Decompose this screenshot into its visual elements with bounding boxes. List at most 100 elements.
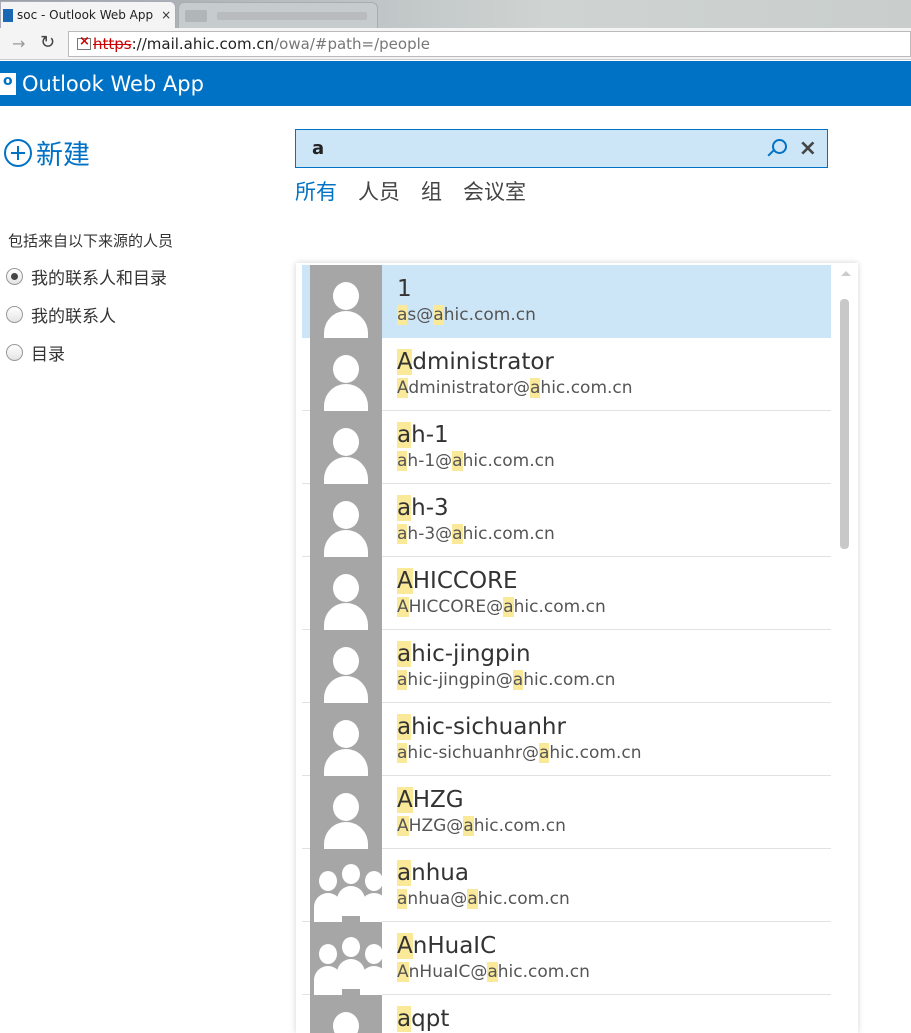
address-bar[interactable]: https ://mail.ahic.com.cn /owa/#path=/pe…	[68, 31, 911, 57]
browser-tab-strip: soc - Outlook Web App ×	[0, 0, 911, 28]
result-row[interactable]: ah-3 ah-3@ahic.com.cn	[302, 484, 831, 557]
result-row[interactable]: AnHuaIC AnHuaIC@ahic.com.cn	[302, 922, 831, 995]
result-email: ah-3@ahic.com.cn	[397, 524, 555, 544]
radio-button[interactable]	[6, 268, 23, 285]
app-header: Outlook Web App	[0, 61, 911, 106]
result-name: anhua	[397, 860, 469, 886]
clear-search-icon[interactable]: ×	[799, 137, 817, 160]
result-row[interactable]: aqpt	[302, 995, 831, 1033]
result-name: Administrator	[397, 349, 554, 375]
result-row[interactable]: ahic-jingpin ahic-jingpin@ahic.com.cn	[302, 630, 831, 703]
match-highlight: a	[397, 422, 412, 448]
insecure-lock-icon[interactable]	[77, 34, 91, 50]
person-avatar-icon	[310, 630, 382, 703]
result-row[interactable]: ahic-sichuanhr ahic-sichuanhr@ahic.com.cn	[302, 703, 831, 776]
result-email: AHICCORE@ahic.com.cn	[397, 597, 606, 617]
tab-filter-0[interactable]: 所有	[295, 176, 337, 206]
source-option-2[interactable]: 目录	[6, 340, 65, 365]
match-highlight: a	[397, 743, 408, 763]
filter-tabs: 所有 人员组会议室	[295, 176, 547, 206]
outlook-logo-icon	[0, 72, 16, 95]
result-row[interactable]: anhua anhua@ahic.com.cn	[302, 849, 831, 922]
match-highlight: a	[503, 597, 514, 617]
tab-filter-2[interactable]: 组	[421, 176, 442, 206]
source-option-label: 我的联系人和目录	[31, 269, 167, 289]
tab-title-blurred	[217, 11, 367, 20]
match-highlight: A	[397, 568, 413, 594]
match-highlight: a	[397, 670, 408, 690]
result-row[interactable]: AHICCORE AHICCORE@ahic.com.cn	[302, 557, 831, 630]
result-name: AHICCORE	[397, 568, 518, 594]
person-avatar-icon	[310, 703, 382, 776]
match-highlight: a	[397, 860, 412, 886]
match-highlight: a	[397, 524, 408, 544]
scroll-up-arrow-icon[interactable]	[841, 271, 851, 276]
match-highlight: a	[452, 451, 463, 471]
reload-icon[interactable]: ↻	[40, 32, 55, 53]
source-heading: 包括来自以下来源的人员	[8, 232, 174, 250]
result-row[interactable]: 1 as@ahic.com.cn	[302, 265, 831, 338]
match-highlight: a	[433, 305, 444, 325]
tab-title: soc - Outlook Web App	[17, 8, 154, 22]
match-highlight: a	[452, 524, 463, 544]
new-button-label: 新建	[36, 140, 90, 171]
plus-circle-icon	[4, 138, 32, 167]
result-name: 1	[397, 276, 412, 302]
match-highlight: a	[529, 378, 541, 398]
match-highlight: a	[512, 670, 524, 690]
match-highlight: a	[397, 305, 408, 325]
result-name: AHZG	[397, 787, 464, 813]
source-option-label: 我的联系人	[31, 307, 116, 327]
source-option-1[interactable]: 我的联系人	[6, 302, 116, 327]
person-avatar-icon	[310, 484, 382, 557]
radio-button[interactable]	[6, 306, 23, 323]
match-highlight: A	[397, 787, 413, 813]
result-email: Administrator@ahic.com.cn	[397, 378, 633, 398]
person-avatar-icon	[310, 411, 382, 484]
match-highlight: a	[397, 889, 408, 909]
result-row[interactable]: AHZG AHZG@ahic.com.cn	[302, 776, 831, 849]
result-email: as@ahic.com.cn	[397, 305, 536, 325]
result-row[interactable]: Administrator Administrator@ahic.com.cn	[302, 338, 831, 411]
result-name: ahic-jingpin	[397, 641, 531, 667]
tab-favicon-icon	[185, 9, 207, 22]
match-highlight: A	[397, 349, 413, 375]
browser-toolbar: → ↻ https ://mail.ahic.com.cn /owa/#path…	[0, 28, 911, 60]
result-name: aqpt	[397, 1006, 450, 1032]
match-highlight: a	[538, 743, 550, 763]
app-title: Outlook Web App	[22, 71, 204, 96]
radio-button[interactable]	[6, 344, 23, 361]
result-name: ahic-sichuanhr	[397, 714, 566, 740]
match-highlight: a	[397, 495, 412, 521]
people-results-list[interactable]: 1 as@ahic.com.cn Administrator Administrato…	[296, 263, 858, 1033]
match-highlight: A	[397, 816, 409, 836]
result-email: ah-1@ahic.com.cn	[397, 451, 555, 471]
source-option-label: 目录	[31, 345, 65, 365]
browser-tab-active[interactable]: soc - Outlook Web App ×	[0, 1, 176, 28]
search-box[interactable]: a ×	[295, 129, 828, 168]
person-avatar-icon	[310, 557, 382, 630]
result-email: AnHuaIC@ahic.com.cn	[397, 962, 590, 982]
url-host: ://mail.ahic.com.cn	[131, 35, 275, 53]
scrollbar-thumb[interactable]	[840, 299, 849, 549]
result-email: anhua@ahic.com.cn	[397, 889, 570, 909]
search-icon[interactable]	[765, 137, 789, 161]
search-input[interactable]: a	[312, 138, 765, 159]
browser-tab-inactive[interactable]	[178, 2, 378, 28]
person-avatar-icon	[310, 995, 382, 1033]
tab-filter-1[interactable]: 人员	[358, 176, 400, 206]
result-email: ahic-jingpin@ahic.com.cn	[397, 670, 616, 690]
source-option-0[interactable]: 我的联系人和目录	[6, 264, 167, 289]
match-highlight: a	[397, 1006, 412, 1032]
person-avatar-icon	[310, 265, 382, 338]
result-name: ah-3	[397, 495, 449, 521]
result-email: ahic-sichuanhr@ahic.com.cn	[397, 743, 642, 763]
forward-arrow-icon[interactable]: →	[12, 34, 25, 53]
person-avatar-icon	[310, 338, 382, 411]
result-row[interactable]: ah-1 ah-1@ahic.com.cn	[302, 411, 831, 484]
match-highlight: a	[397, 641, 412, 667]
match-highlight: A	[397, 378, 409, 398]
tab-close-icon[interactable]: ×	[161, 8, 171, 22]
tab-filter-3[interactable]: 会议室	[463, 176, 526, 206]
new-button[interactable]: 新建	[4, 133, 90, 172]
